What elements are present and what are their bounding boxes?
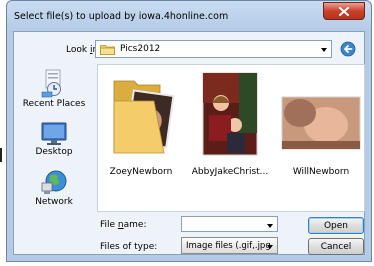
desktop-icon xyxy=(41,122,67,145)
place-desktop[interactable]: Desktop xyxy=(16,122,92,157)
folder-thumbnail xyxy=(96,69,186,161)
file-upload-dialog: Select file(s) to upload by iowa.4honlin… xyxy=(6,0,372,262)
places-bar: Recent Places Desktop Network xyxy=(16,64,92,224)
title-bar[interactable]: Select file(s) to upload by iowa.4honlin… xyxy=(7,1,371,31)
file-list-view: ZoeyNewborn AbbyJakeChrist... WillNewbor… xyxy=(97,64,365,212)
chevron-down-icon[interactable] xyxy=(267,224,273,228)
dialog-body: Look in: Pics2012 xyxy=(13,31,365,255)
chevron-down-icon[interactable] xyxy=(267,245,273,249)
place-label: Desktop xyxy=(35,147,73,157)
file-type-select[interactable]: Image files (.gif,.jpg xyxy=(181,237,278,254)
chevron-down-icon[interactable] xyxy=(321,48,327,52)
file-name-input[interactable] xyxy=(181,216,278,232)
open-button[interactable]: Open xyxy=(308,217,364,234)
look-in-dropdown[interactable]: Pics2012 xyxy=(95,40,332,58)
image-thumbnail xyxy=(185,69,275,161)
file-name-label-suffix: ame: xyxy=(123,220,147,230)
place-network[interactable]: Network xyxy=(16,168,92,207)
folder-icon xyxy=(100,45,115,55)
close-button[interactable] xyxy=(323,2,365,20)
file-item-folder[interactable]: ZoeyNewborn xyxy=(96,69,186,177)
network-icon xyxy=(41,170,67,194)
background-edge-mark xyxy=(0,148,2,162)
file-name-label-prefix: File xyxy=(100,220,118,230)
image-thumbnail xyxy=(276,69,366,161)
close-icon xyxy=(339,6,349,16)
photo-thumbnail-icon xyxy=(281,96,361,150)
photo-thumbnail-icon xyxy=(202,72,258,156)
look-in-label-prefix: Look xyxy=(66,45,90,55)
file-item-image[interactable]: AbbyJakeChrist... xyxy=(185,69,275,177)
folder-icon xyxy=(113,80,175,154)
cancel-button[interactable]: Cancel xyxy=(308,238,364,255)
file-item-image[interactable]: WillNewborn xyxy=(276,69,366,177)
place-label: Recent Places xyxy=(22,99,86,109)
place-label: Network xyxy=(35,197,73,207)
file-name: ZoeyNewborn xyxy=(109,167,173,177)
recent-places-icon xyxy=(41,69,61,98)
file-type-value: Image files (.gif,.jpg xyxy=(186,241,271,251)
place-recent-places[interactable]: Recent Places xyxy=(16,68,92,109)
dialog-title: Select file(s) to upload by iowa.4honlin… xyxy=(14,11,229,22)
file-type-label: Files of type: xyxy=(100,242,158,252)
file-name-label: File name: xyxy=(100,220,147,230)
back-arrow-icon[interactable] xyxy=(340,41,356,57)
file-name: AbbyJakeChrist... xyxy=(191,167,269,177)
file-name: WillNewborn xyxy=(292,167,350,177)
current-folder-name: Pics2012 xyxy=(120,44,161,54)
